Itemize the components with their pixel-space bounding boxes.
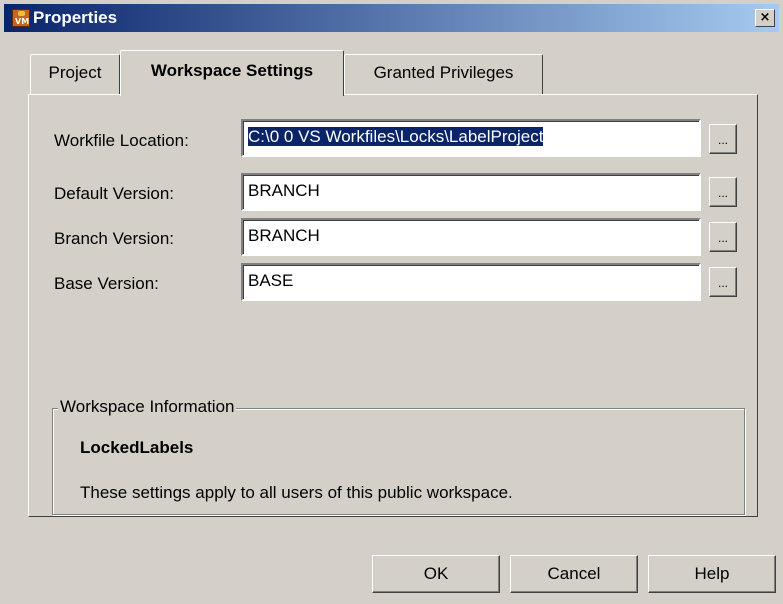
window-title: Properties	[33, 8, 118, 27]
help-button[interactable]: Help	[648, 555, 776, 593]
default-version-label: Default Version:	[54, 184, 175, 203]
workfile-location-field[interactable]: C:\0 0 VS Workfiles\Locks\LabelProject	[241, 119, 701, 157]
app-icon: VM	[12, 9, 30, 27]
base-version-label: Base Version:	[54, 274, 159, 293]
branch-version-label: Branch Version:	[54, 229, 175, 248]
workspace-description: These settings apply to all users of thi…	[80, 483, 513, 502]
workfile-location-browse-button[interactable]: ...	[709, 124, 737, 154]
default-version-browse-button[interactable]: ...	[709, 177, 737, 207]
tab-granted-privileges[interactable]: Granted Privileges	[344, 54, 543, 94]
ok-button[interactable]: OK	[372, 555, 500, 593]
workfile-location-value: C:\0 0 VS Workfiles\Locks\LabelProject	[248, 127, 544, 146]
workspace-information-legend: Workspace Information	[58, 397, 237, 417]
base-version-browse-button[interactable]: ...	[709, 267, 737, 297]
base-version-field[interactable]: BASE	[241, 263, 701, 301]
cancel-button[interactable]: Cancel	[510, 555, 638, 593]
workspace-name: LockedLabels	[80, 438, 194, 457]
properties-dialog: VM Properties × Project Workspace Settin…	[0, 0, 783, 604]
tab-workspace-settings[interactable]: Workspace Settings	[120, 50, 344, 96]
close-icon: ×	[759, 10, 771, 25]
tab-project[interactable]: Project	[30, 54, 120, 94]
title-bar[interactable]: VM Properties ×	[4, 4, 779, 32]
branch-version-field[interactable]: BRANCH	[241, 218, 701, 256]
branch-version-browse-button[interactable]: ...	[709, 222, 737, 252]
default-version-field[interactable]: BRANCH	[241, 173, 701, 211]
workfile-location-label: Workfile Location:	[54, 131, 189, 150]
close-button[interactable]: ×	[755, 9, 775, 27]
